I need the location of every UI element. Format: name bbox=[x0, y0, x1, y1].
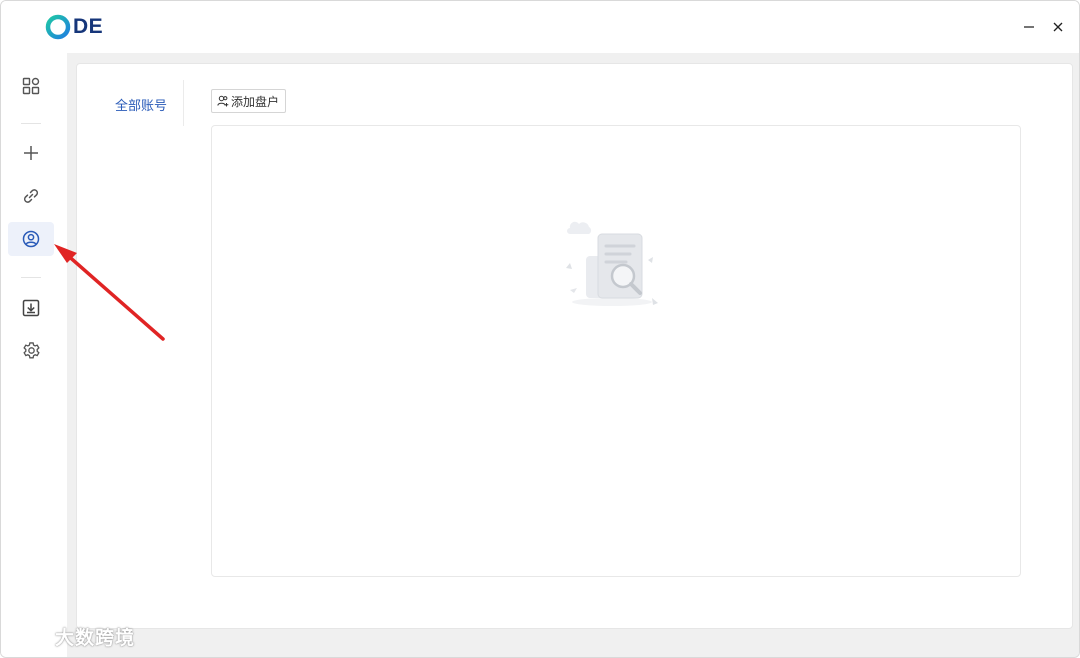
tab-all-accounts[interactable]: 全部账号 bbox=[115, 95, 167, 114]
sidebar bbox=[1, 53, 65, 657]
add-account-button[interactable]: 添加盘户 bbox=[211, 89, 287, 113]
app-window: DE 全部账号 添加盘户 大数跨境 bbox=[0, 0, 1080, 658]
download-icon bbox=[22, 299, 40, 317]
minimize-button[interactable] bbox=[1017, 15, 1041, 39]
link-icon bbox=[23, 189, 39, 203]
logo-ring-icon bbox=[45, 14, 71, 40]
watermark-logo-icon bbox=[10, 627, 47, 645]
add-user-icon bbox=[217, 95, 229, 107]
user-circle-icon bbox=[22, 230, 40, 248]
tab-divider bbox=[183, 80, 184, 126]
close-button[interactable] bbox=[1046, 15, 1070, 39]
sidebar-item-download[interactable] bbox=[8, 291, 54, 325]
sidebar-divider bbox=[21, 123, 41, 124]
grid-icon bbox=[22, 77, 40, 95]
sidebar-item-dashboard[interactable] bbox=[8, 69, 54, 103]
add-account-label: 添加盘户 bbox=[231, 94, 280, 109]
watermark: 大数跨境 bbox=[9, 623, 135, 650]
sidebar-item-accounts[interactable] bbox=[8, 222, 54, 256]
sidebar-divider bbox=[21, 277, 41, 278]
minimize-icon bbox=[1024, 26, 1034, 28]
sidebar-item-link[interactable] bbox=[8, 179, 54, 213]
logo-text: DE bbox=[73, 15, 104, 38]
accounts-list-area bbox=[211, 125, 1021, 577]
accounts-panel: 全部账号 添加盘户 bbox=[76, 63, 1073, 629]
gear-icon bbox=[22, 341, 40, 358]
sidebar-item-add[interactable] bbox=[8, 136, 54, 170]
sidebar-item-settings[interactable] bbox=[8, 333, 54, 367]
plus-icon bbox=[24, 146, 38, 160]
empty-search-document-icon bbox=[566, 221, 658, 306]
app-logo: DE bbox=[45, 14, 103, 40]
close-icon bbox=[1053, 22, 1063, 32]
watermark-text: 大数跨境 bbox=[55, 627, 136, 649]
title-bar: DE bbox=[1, 1, 1079, 53]
